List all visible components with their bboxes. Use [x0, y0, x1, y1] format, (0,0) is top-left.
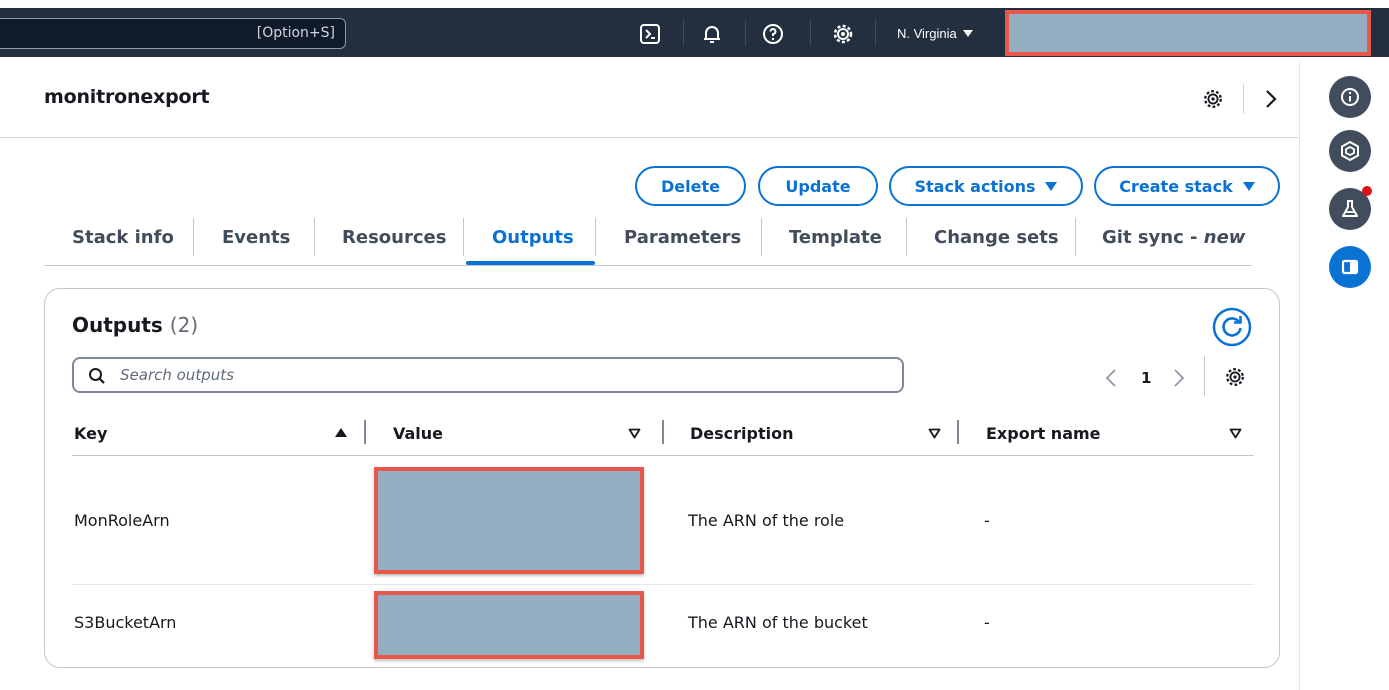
- outputs-count: (2): [169, 313, 199, 337]
- sort-ascending-icon[interactable]: [335, 428, 347, 437]
- panel-icon: [1340, 257, 1360, 277]
- tab-divider: [463, 218, 464, 256]
- column-resizer[interactable]: [364, 420, 366, 444]
- split-panel-button[interactable]: [1329, 246, 1371, 288]
- update-button[interactable]: Update: [758, 166, 878, 206]
- region-label: N. Virginia: [897, 25, 957, 41]
- hexagon-icon: [1339, 140, 1361, 162]
- cloudshell-icon[interactable]: [638, 22, 662, 46]
- tab-parameters[interactable]: Parameters: [624, 227, 741, 248]
- stack-actions-button[interactable]: Stack actions: [889, 166, 1083, 206]
- nav-divider: [683, 20, 684, 46]
- header-divider: [1243, 84, 1244, 114]
- output-export-name-cell: -: [984, 511, 990, 530]
- output-value-redacted: [374, 591, 644, 659]
- sort-descending-icon[interactable]: [1229, 428, 1242, 439]
- table-header-divider: [72, 455, 1254, 456]
- tab-git-sync-label: Git sync -: [1102, 227, 1204, 248]
- refresh-icon: [1212, 307, 1252, 347]
- tab-divider: [595, 218, 596, 256]
- search-shortcut-hint: [Option+S]: [256, 25, 335, 41]
- info-icon: [1339, 86, 1361, 108]
- tab-divider: [906, 218, 907, 256]
- search-icon: [88, 367, 106, 385]
- column-resizer[interactable]: [662, 420, 664, 444]
- current-page[interactable]: 1: [1141, 369, 1151, 387]
- chevron-right-icon[interactable]: [1172, 368, 1186, 388]
- notification-dot: [1362, 186, 1372, 196]
- flask-icon: [1339, 198, 1361, 220]
- table-row-divider: [72, 584, 1254, 585]
- nav-divider: [745, 20, 746, 46]
- tab-stack-info[interactable]: Stack info: [72, 227, 174, 248]
- column-header-key[interactable]: Key: [74, 424, 107, 443]
- q-assistant-button[interactable]: [1329, 130, 1371, 172]
- column-header-value[interactable]: Value: [393, 424, 443, 443]
- tab-divider: [761, 218, 762, 256]
- bell-icon[interactable]: [700, 22, 724, 46]
- info-button[interactable]: [1329, 76, 1371, 118]
- nav-divider: [810, 20, 811, 46]
- tab-events[interactable]: Events: [222, 227, 290, 248]
- column-header-description[interactable]: Description: [690, 424, 793, 443]
- preferences-gear-icon[interactable]: [1202, 88, 1224, 110]
- tab-outputs[interactable]: Outputs: [492, 227, 574, 248]
- caret-down-icon: [1242, 181, 1255, 191]
- column-resizer[interactable]: [957, 420, 959, 444]
- global-search-input[interactable]: [Option+S]: [0, 18, 346, 49]
- output-value-redacted: [374, 467, 644, 574]
- outputs-container: [44, 288, 1280, 668]
- tab-change-sets[interactable]: Change sets: [934, 227, 1059, 248]
- nav-divider: [875, 20, 876, 46]
- output-export-name-cell: -: [984, 613, 990, 632]
- tab-template[interactable]: Template: [789, 227, 882, 248]
- delete-button-label: Delete: [661, 176, 720, 196]
- chevron-left-icon[interactable]: [1104, 368, 1118, 388]
- new-badge: new: [1203, 227, 1246, 248]
- sort-descending-icon[interactable]: [628, 428, 641, 439]
- page-title: monitronexport: [44, 86, 210, 108]
- settings-icon[interactable]: [831, 22, 855, 46]
- refresh-button[interactable]: [1212, 307, 1252, 347]
- output-key-cell: MonRoleArn: [74, 511, 170, 530]
- caret-down-icon: [1045, 181, 1058, 191]
- search-outputs-input[interactable]: Search outputs: [72, 357, 904, 393]
- create-stack-button[interactable]: Create stack: [1094, 166, 1280, 206]
- output-key-cell: S3BucketArn: [74, 613, 177, 632]
- search-placeholder: Search outputs: [120, 366, 234, 384]
- table-settings-gear-icon[interactable]: [1224, 366, 1246, 388]
- header-divider-line: [0, 137, 1298, 138]
- help-icon[interactable]: [761, 22, 785, 46]
- tab-divider: [193, 218, 194, 256]
- pagination-divider: [1204, 356, 1205, 396]
- region-selector[interactable]: N. Virginia: [897, 24, 973, 42]
- outputs-title: Outputs: [72, 313, 163, 337]
- output-description-cell: The ARN of the bucket: [688, 613, 868, 632]
- caret-down-icon: [962, 29, 973, 37]
- stack-actions-label: Stack actions: [914, 176, 1036, 196]
- chevron-right-icon[interactable]: [1263, 88, 1279, 110]
- sort-descending-icon[interactable]: [928, 428, 941, 439]
- tab-divider: [314, 218, 315, 256]
- column-header-export-name[interactable]: Export name: [986, 424, 1101, 443]
- tab-git-sync[interactable]: Git sync - new: [1102, 227, 1245, 248]
- tab-resources[interactable]: Resources: [342, 227, 446, 248]
- account-menu-redacted[interactable]: [1005, 10, 1371, 56]
- tab-divider: [1075, 218, 1076, 256]
- top-strip: [0, 0, 1389, 8]
- delete-button[interactable]: Delete: [635, 166, 746, 206]
- outputs-heading: Outputs (2): [72, 313, 198, 337]
- side-rail-divider: [1299, 62, 1300, 690]
- update-button-label: Update: [785, 176, 851, 196]
- output-description-cell: The ARN of the role: [688, 511, 845, 530]
- create-stack-label: Create stack: [1119, 176, 1233, 196]
- tabs-divider-line: [44, 265, 1252, 266]
